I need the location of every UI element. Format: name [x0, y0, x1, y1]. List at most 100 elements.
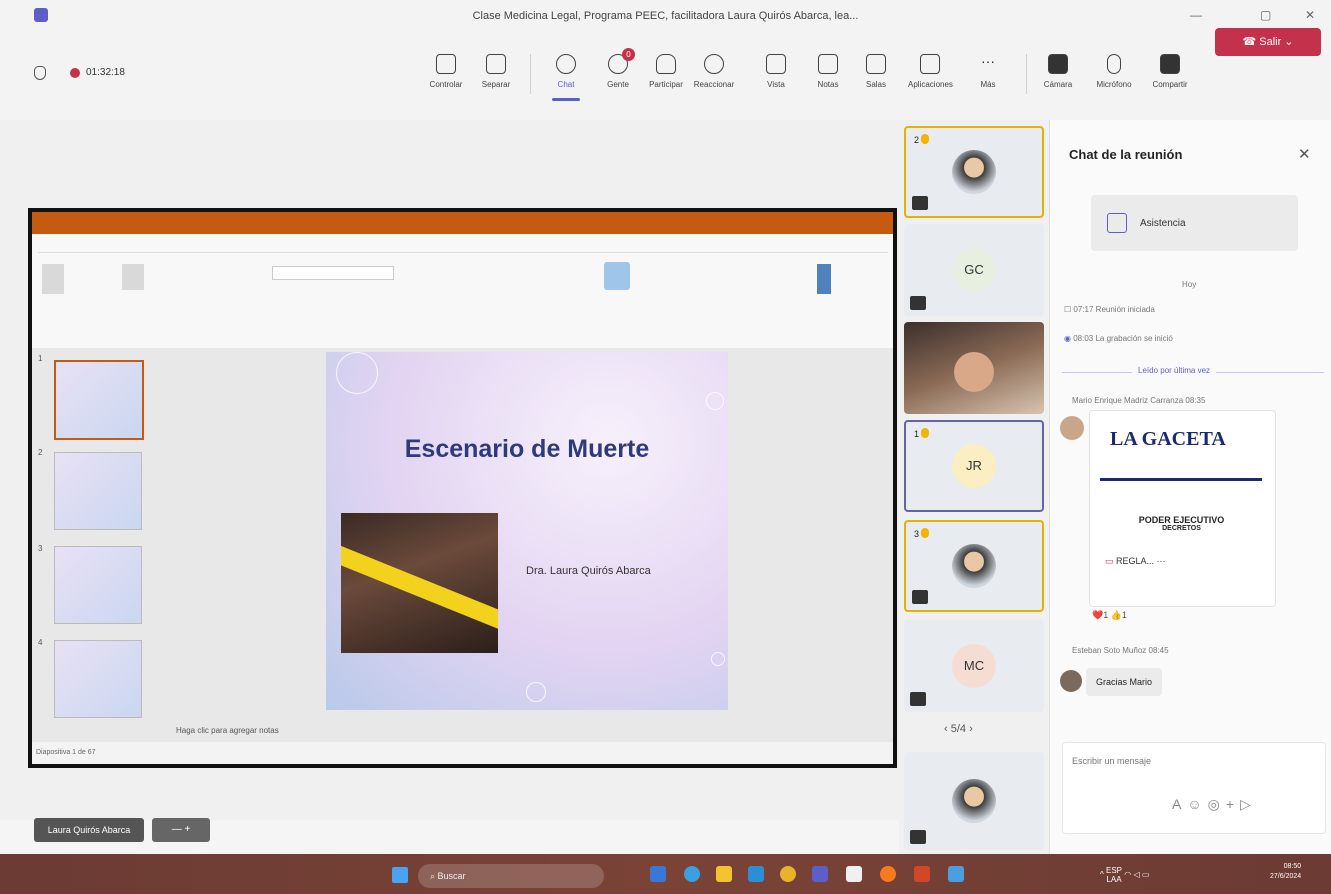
slide-thumbnail[interactable]: [54, 452, 142, 530]
slide-counter: Diapositiva 1 de 67: [36, 749, 96, 756]
format-icon[interactable]: A: [1172, 796, 1187, 812]
dictate-icon: [817, 264, 831, 294]
water-drop: [711, 652, 725, 666]
slide-title: Escenario de Muerte: [404, 435, 650, 463]
windows-start-icon[interactable]: [392, 867, 408, 883]
emoji-icon[interactable]: ☺: [1187, 796, 1207, 812]
camera-button[interactable]: Cámara: [1036, 54, 1080, 89]
file-attachment[interactable]: ▭ REGLA... ···: [1105, 556, 1166, 567]
meeting-timer: 01:32:18: [86, 67, 125, 78]
battery-icon[interactable]: ▭: [1142, 870, 1150, 879]
leave-button[interactable]: ☎ Salir ⌄: [1215, 28, 1321, 56]
close-icon[interactable]: ✕: [1298, 145, 1311, 163]
people-button[interactable]: 0 Gente: [596, 48, 640, 89]
read-marker: Leído por última vez: [1132, 366, 1217, 375]
recording-icon: [70, 68, 80, 78]
outlook-icon[interactable]: [948, 866, 964, 882]
loop-icon[interactable]: ◎: [1208, 796, 1226, 812]
slide-thumbnail[interactable]: [54, 360, 144, 440]
meeting-icon: ☐: [1064, 305, 1074, 314]
system-tray[interactable]: ^ ESP LAA ◠ ◁ ▭: [1100, 866, 1149, 884]
view-icon: [766, 54, 786, 74]
participant-tile[interactable]: 2: [904, 126, 1044, 218]
close-window-button[interactable]: ✕: [1305, 8, 1315, 22]
popout-icon: [486, 54, 506, 74]
gaceta-logo: LA GACETA: [1110, 428, 1226, 450]
participant-tile[interactable]: GC: [904, 224, 1044, 316]
message-reactions[interactable]: ❤️1 👍1: [1092, 610, 1127, 621]
more-button[interactable]: ··· Más: [966, 54, 1010, 89]
teams-icon[interactable]: [812, 866, 828, 882]
paste-icon: [42, 264, 64, 294]
participant-tile[interactable]: MC: [904, 620, 1044, 712]
apps-icon: [920, 54, 940, 74]
mail-icon[interactable]: [748, 866, 764, 882]
avatar: GC: [952, 248, 996, 292]
chat-title: Chat de la reunión: [1069, 147, 1183, 162]
compose-input[interactable]: Escribir un mensaje: [1072, 756, 1151, 766]
mic-off-icon: [1107, 54, 1121, 74]
send-icon[interactable]: ▷: [1240, 796, 1257, 812]
plus-icon[interactable]: +: [1226, 796, 1240, 812]
people-count-badge: 0: [622, 48, 635, 61]
raise-order: 2: [914, 134, 930, 145]
taskbar-search[interactable]: ⌕ Buscar: [418, 864, 604, 888]
control-button[interactable]: Controlar: [424, 54, 468, 89]
attendance-card[interactable]: [1091, 195, 1298, 251]
gaceta-rule: [1100, 478, 1262, 481]
slide-thumbnail[interactable]: [54, 640, 142, 718]
water-drop: [706, 392, 724, 410]
firefox-icon[interactable]: [880, 866, 896, 882]
chevron-left-icon[interactable]: ‹: [944, 723, 951, 735]
volume-icon[interactable]: ◁: [1133, 870, 1139, 879]
crime-scene-photo: [341, 513, 498, 653]
task-view-icon[interactable]: [650, 866, 666, 882]
recording-event: ◉ 08:03 La grabación se inició: [1064, 334, 1173, 343]
chrome-icon[interactable]: [780, 866, 796, 882]
edge-icon[interactable]: [684, 866, 700, 882]
meeting-toolbar: 01:32:18 Controlar Separar Chat 0 Gente P…: [0, 34, 1331, 121]
language-indicator[interactable]: ESP LAA: [1106, 866, 1122, 884]
water-drop: [336, 352, 378, 394]
chat-button[interactable]: Chat: [544, 54, 588, 101]
presenter-name: Laura Quirós Abarca: [34, 818, 144, 842]
popout-button[interactable]: Separar: [474, 54, 518, 89]
share-button[interactable]: Compartir: [1148, 54, 1192, 89]
raise-hand-button[interactable]: Participar: [644, 54, 688, 89]
zoom-controls[interactable]: — +: [152, 818, 210, 842]
mic-button[interactable]: Micrófono: [1092, 54, 1136, 89]
avatar: [952, 544, 996, 588]
rooms-icon: [866, 54, 886, 74]
participant-tile[interactable]: 3: [904, 520, 1044, 612]
file-explorer-icon[interactable]: [716, 866, 732, 882]
avatar: [952, 150, 996, 194]
taskbar-clock[interactable]: 08:50 27/6/2024: [1270, 862, 1301, 882]
view-button[interactable]: Vista: [754, 54, 798, 89]
notes-button[interactable]: Notas: [806, 54, 850, 89]
toolbar-divider: [1026, 54, 1027, 94]
react-button[interactable]: Reaccionar: [692, 54, 736, 89]
recording-icon: ◉: [1064, 334, 1074, 343]
wifi-icon[interactable]: ◠: [1124, 870, 1131, 879]
participant-video-tile[interactable]: [904, 322, 1044, 414]
search-icon: ⌕: [430, 871, 438, 881]
powerpoint-icon[interactable]: [914, 866, 930, 882]
maximize-button[interactable]: ▢: [1260, 8, 1271, 22]
apps-button[interactable]: Aplicaciones: [908, 54, 953, 89]
notes-placeholder[interactable]: Haga clic para agregar notas: [176, 726, 279, 735]
minimize-button[interactable]: —: [1190, 8, 1202, 22]
police-tape: [341, 542, 498, 642]
participant-tile[interactable]: 1 JR: [904, 420, 1044, 512]
document-icon[interactable]: [846, 866, 862, 882]
more-icon[interactable]: ···: [1157, 556, 1166, 566]
slide-thumbnail[interactable]: [54, 546, 142, 624]
active-tab-indicator: [552, 98, 580, 101]
participant-face: [954, 352, 994, 392]
participant-tile[interactable]: [904, 752, 1044, 850]
phone-hangup-icon: ☎: [1242, 36, 1260, 48]
raised-hand-icon: [921, 428, 930, 438]
compose-actions[interactable]: A☺◎+▷: [1172, 796, 1257, 813]
rooms-button[interactable]: Salas: [854, 54, 898, 89]
participants-pager[interactable]: ‹ 5/4 ›: [944, 723, 973, 735]
chevron-right-icon[interactable]: ›: [966, 723, 973, 735]
